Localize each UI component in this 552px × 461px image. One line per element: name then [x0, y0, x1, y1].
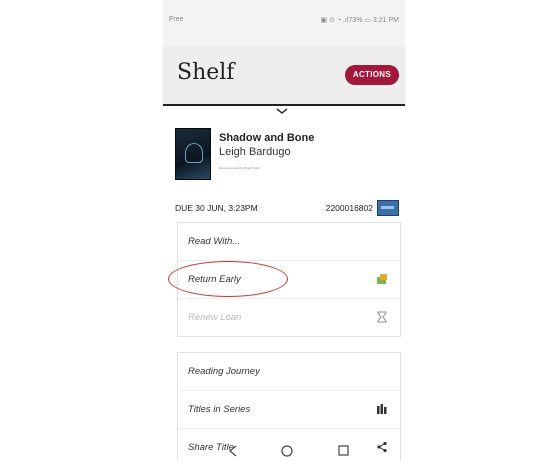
book-summary[interactable]: Shadow and Bone Leigh Bardugo Recommende…	[175, 128, 395, 184]
system-nav-bar	[229, 445, 349, 457]
book-author: Leigh Bardugo	[219, 146, 291, 158]
carrier-label: Free	[169, 16, 184, 23]
book-cover	[175, 128, 211, 180]
menu-item-titles-in-series[interactable]: Titles in Series	[178, 391, 400, 429]
phone-screen: Free ▣ ⊙ ◔ .ıl73% ▭ 3:21 PM Shelf ACTION…	[163, 0, 405, 461]
app-bar: Shelf ACTIONS	[163, 46, 405, 106]
recents-nav-icon[interactable]	[338, 445, 349, 456]
menu-item-label: Titles in Series	[188, 404, 251, 415]
hourglass-icon	[377, 311, 387, 323]
library-card-icon[interactable]	[377, 200, 399, 216]
home-nav-icon[interactable]	[281, 445, 293, 457]
menu-item-renew-loan: Renew Loan	[178, 299, 400, 336]
back-nav-icon[interactable]	[229, 445, 237, 457]
book-title: Shadow and Bone	[219, 132, 315, 144]
book-note: Recommended by Brian Smith	[219, 166, 260, 170]
status-right: ▣ ⊙ ◔ .ıl73% ▭ 3:21 PM	[320, 17, 399, 24]
chevron-down-icon[interactable]	[275, 106, 289, 116]
menu-item-label: Read With...	[188, 236, 241, 247]
menu-item-label: Reading Journey	[188, 366, 260, 377]
return-icon	[377, 274, 387, 284]
menu-item-label: Renew Loan	[188, 312, 242, 323]
books-icon	[377, 404, 387, 414]
menu-item-read-with[interactable]: Read With...	[178, 223, 400, 261]
annotation-circle	[168, 261, 288, 297]
library-card-number: 2200016802	[325, 203, 373, 213]
page-title: Shelf	[177, 60, 235, 85]
due-date: DUE 30 JUN, 3:23PM	[175, 203, 258, 213]
menu-item-reading-journey[interactable]: Reading Journey	[178, 353, 400, 391]
status-bar: Free ▣ ⊙ ◔ .ıl73% ▭ 3:21 PM	[163, 0, 405, 46]
actions-button[interactable]: ACTIONS	[344, 65, 399, 85]
